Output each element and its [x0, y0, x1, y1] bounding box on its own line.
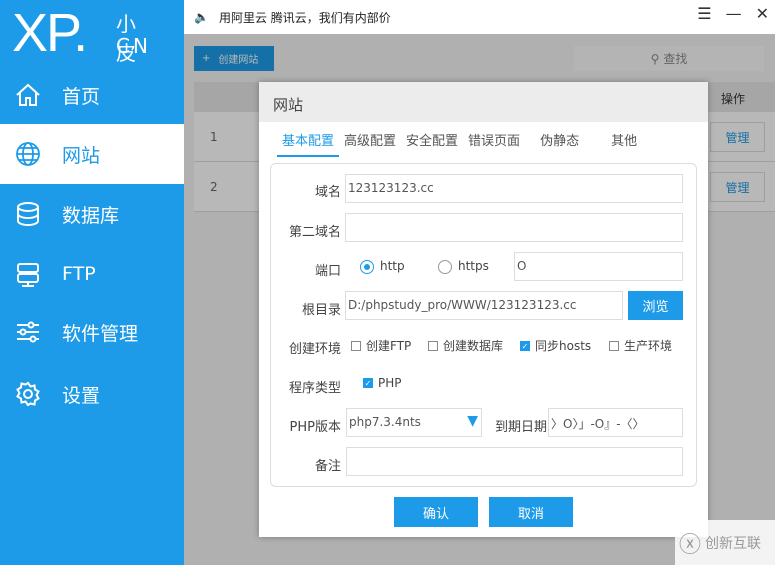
sidebar-item-home[interactable]: 首页 — [0, 65, 184, 125]
production-checkbox[interactable]: 生产环境 — [609, 337, 672, 354]
speaker-icon: 🔈 — [194, 10, 209, 24]
gear-icon — [14, 380, 42, 408]
php-version-label: PHP版本 — [289, 420, 341, 435]
env-label: 创建环境 — [288, 342, 341, 357]
https-radio[interactable]: https — [438, 259, 489, 274]
sidebar-item-ftp[interactable]: FTP — [0, 244, 184, 304]
note-input[interactable] — [346, 447, 683, 476]
sidebar-item-software[interactable]: 软件管理 — [0, 302, 184, 362]
php-version-select[interactable]: php7.3.4nts ▼ — [346, 408, 482, 437]
create-db-checkbox[interactable]: 创建数据库 — [428, 337, 503, 354]
sidebar-label: 首页 — [62, 85, 101, 108]
dialog-title: 网站 — [259, 82, 708, 122]
sidebar-label: 网站 — [62, 144, 101, 167]
sidebar-label: 数据库 — [62, 204, 120, 227]
expire-label: 到期日期 — [494, 420, 547, 435]
env-option: 同步hosts — [535, 339, 592, 353]
website-dialog: 网站 基本配置 高级配置 安全配置 错误页面 伪静态 其他 域名 1231231… — [259, 82, 708, 537]
php-checkbox[interactable]: ✓ PHP — [363, 376, 402, 390]
notice-text[interactable]: 用阿里云 腾讯云，我们有内部价 — [219, 9, 391, 26]
env-option: 生产环境 — [624, 339, 673, 353]
tab-error-pages[interactable]: 错误页面 — [463, 126, 525, 157]
browse-button[interactable]: 浏览 — [628, 291, 683, 320]
sidebar: XP. 小皮 CN 首页 网站 数据库 FTP 软件管理 设置 — [0, 0, 184, 565]
globe-icon — [14, 140, 42, 168]
domain2-label: 第二域名 — [288, 225, 341, 240]
env-option: 创建FTP — [366, 339, 412, 353]
sidebar-label: 软件管理 — [62, 322, 139, 345]
root-label: 根目录 — [301, 303, 341, 318]
http-radio[interactable]: http — [360, 259, 405, 274]
radio-unchecked — [438, 259, 452, 274]
database-icon — [14, 200, 42, 228]
tabs: 基本配置 高级配置 安全配置 错误页面 伪静态 其他 — [277, 126, 642, 157]
topbar: 🔈 用阿里云 腾讯云，我们有内部价 ☰ — ✕ — [184, 0, 775, 34]
checkbox-unchecked — [351, 340, 361, 351]
tab-basic[interactable]: 基本配置 — [277, 126, 340, 157]
sync-hosts-checkbox[interactable]: ✓ 同步hosts — [520, 337, 591, 354]
close-icon[interactable]: ✕ — [756, 4, 769, 23]
note-label: 备注 — [314, 459, 341, 474]
tab-security[interactable]: 安全配置 — [401, 126, 463, 157]
server-icon — [14, 260, 42, 288]
menu-icon[interactable]: ☰ — [697, 4, 711, 23]
domain-label: 域名 — [314, 185, 341, 200]
sidebar-item-database[interactable]: 数据库 — [0, 184, 184, 244]
tab-other[interactable]: 其他 — [606, 126, 642, 157]
port-input[interactable]: O — [514, 252, 683, 281]
expire-input[interactable]: 〉O〉」-O』-〈〉 — [548, 408, 683, 437]
home-icon — [14, 81, 42, 109]
domain2-input[interactable] — [345, 213, 683, 242]
checkbox-unchecked — [609, 340, 619, 351]
form — [270, 163, 697, 487]
cancel-button[interactable]: 取消 — [489, 497, 573, 527]
watermark-text: 创新互联 — [705, 535, 762, 552]
create-ftp-checkbox[interactable]: 创建FTP — [351, 337, 411, 354]
sidebar-item-website[interactable]: 网站 — [0, 124, 184, 184]
logo-cn: CN — [116, 34, 151, 58]
env-option: 创建数据库 — [443, 339, 504, 353]
sliders-icon — [14, 318, 42, 346]
root-input[interactable]: D:/phpstudy_pro/WWW/123123123.cc — [345, 291, 623, 320]
tab-rewrite[interactable]: 伪静态 — [535, 126, 584, 157]
php-version-value: php7.3.4nts — [349, 415, 421, 429]
watermark-logo-icon: ⓧ — [679, 532, 702, 558]
sidebar-label: 设置 — [62, 384, 101, 407]
sidebar-item-settings[interactable]: 设置 — [0, 364, 184, 424]
checkbox-checked: ✓ — [363, 377, 373, 388]
minimize-icon[interactable]: — — [726, 4, 742, 23]
port-label: 端口 — [314, 264, 341, 279]
confirm-button[interactable]: 确认 — [394, 497, 478, 527]
https-label: https — [458, 259, 489, 273]
type-label: 程序类型 — [288, 381, 341, 396]
http-label: http — [380, 259, 405, 273]
type-option: PHP — [378, 376, 402, 390]
radio-checked — [360, 259, 374, 274]
domain-input[interactable]: 123123123.cc — [345, 174, 683, 203]
sidebar-label: FTP — [62, 263, 96, 285]
checkbox-checked: ✓ — [520, 340, 530, 351]
checkbox-unchecked — [428, 340, 438, 351]
watermark: ⓧ 创新互联 — [675, 520, 775, 565]
tab-advanced[interactable]: 高级配置 — [339, 126, 401, 157]
logo-xp: XP. — [12, 3, 88, 63]
